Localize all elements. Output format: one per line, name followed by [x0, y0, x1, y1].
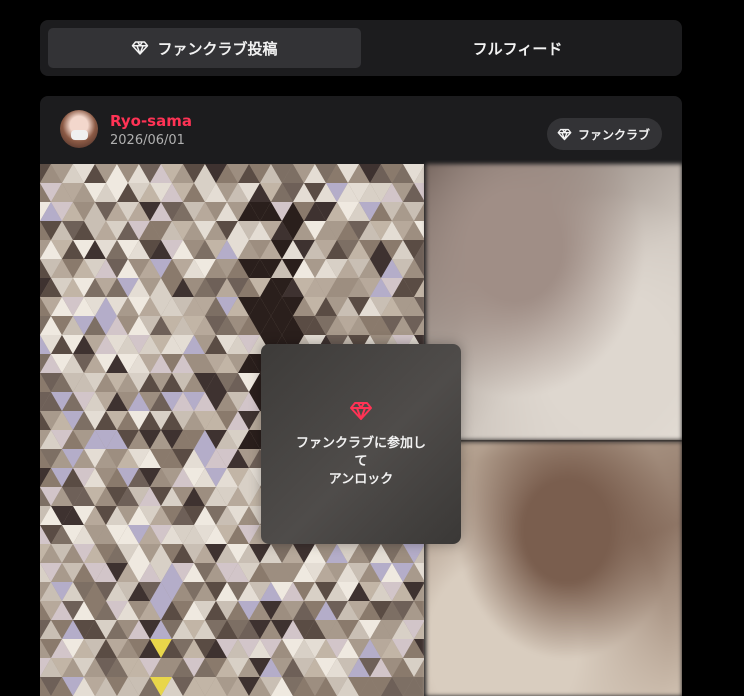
post-header: Ryo-sama 2026/06/01 ファンクラブ [40, 96, 682, 164]
tab-label: フルフィード [472, 39, 563, 58]
tab-label: ファンクラブ投稿 [157, 39, 278, 58]
tab-fanclub-posts[interactable]: ファンクラブ投稿 [48, 28, 361, 68]
diamond-icon [557, 127, 572, 142]
unlock-message-line: アンロック [328, 472, 394, 487]
diamond-icon [131, 39, 149, 57]
unlock-overlay[interactable]: ファンクラブに参加し て アンロック [261, 344, 461, 544]
author-name[interactable]: Ryo-sama [110, 112, 192, 130]
unlock-message-line: ファンクラブに参加し [295, 436, 426, 451]
post-date: 2026/06/01 [110, 133, 185, 148]
post-image-blurred-bottom-right[interactable] [426, 442, 682, 696]
unlock-message-line: て [354, 454, 368, 469]
diamond-icon [349, 399, 373, 423]
tab-full-feed[interactable]: フルフィード [361, 28, 674, 68]
avatar[interactable] [60, 110, 98, 148]
badge-label: ファンクラブ [577, 127, 650, 142]
post-card: Ryo-sama 2026/06/01 ファンクラブ ファンクラブに参加し て … [40, 96, 682, 696]
fanclub-badge[interactable]: ファンクラブ [546, 118, 662, 150]
unlock-message: ファンクラブに参加し て アンロック [286, 435, 436, 489]
post-image-blurred-top-right[interactable] [426, 164, 682, 440]
avatar-mask-detail [71, 130, 88, 140]
feed-tabbar: ファンクラブ投稿 フルフィード [40, 20, 682, 76]
